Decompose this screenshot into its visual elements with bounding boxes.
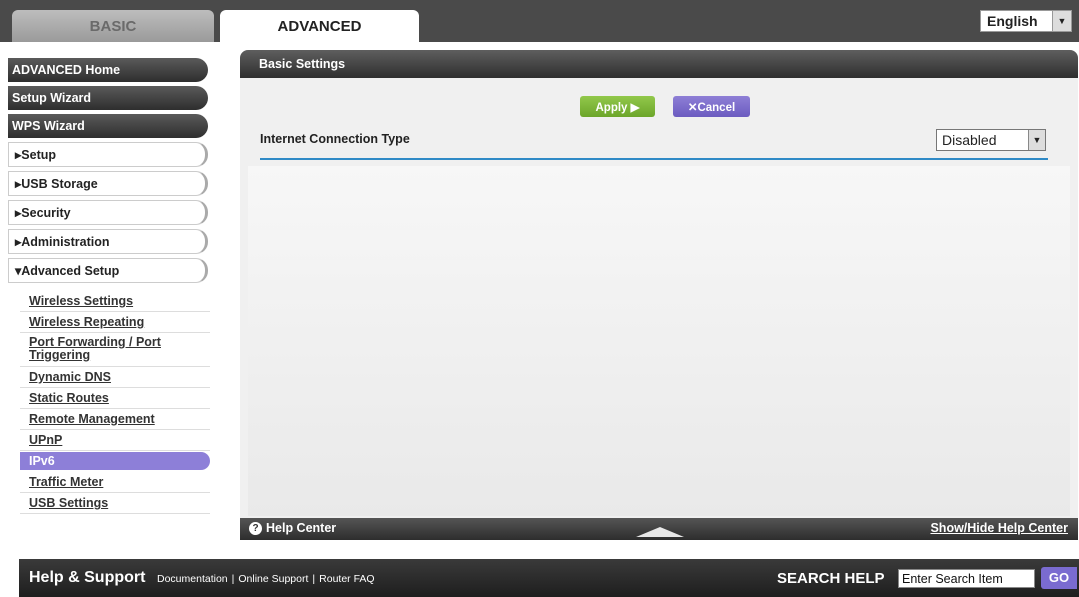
search-help-label: SEARCH HELP xyxy=(777,570,885,587)
subnav-wireless-settings[interactable]: Wireless Settings xyxy=(20,291,210,312)
help-center-bar: ? Help Center Show/Hide Help Center xyxy=(240,518,1078,540)
subnav-ipv6[interactable]: IPv6 xyxy=(20,452,210,470)
expand-arrow-icon[interactable] xyxy=(636,527,684,537)
sidebar-item-usb-storage[interactable]: ▸USB Storage xyxy=(8,171,208,196)
sidebar-item-wps-wizard[interactable]: WPS Wizard xyxy=(8,114,208,138)
subnav-traffic-meter[interactable]: Traffic Meter xyxy=(20,472,210,493)
sidebar-item-setup[interactable]: ▸Setup xyxy=(8,142,208,167)
sidebar-item-setup-wizard[interactable]: Setup Wizard xyxy=(8,86,208,110)
language-select[interactable]: English ▼ xyxy=(980,10,1072,32)
tab-advanced[interactable]: ADVANCED xyxy=(220,10,419,42)
link-separator: | xyxy=(312,573,316,585)
tab-basic[interactable]: BASIC xyxy=(12,10,214,42)
subnav-static-routes[interactable]: Static Routes xyxy=(20,388,210,409)
content-area xyxy=(248,166,1070,516)
connection-type-value: Disabled xyxy=(942,132,997,148)
sidebar-item-administration[interactable]: ▸Administration xyxy=(8,229,208,254)
footer-links: Documentation | Online Support | Router FAQ xyxy=(157,573,375,585)
documentation-link[interactable]: Documentation xyxy=(157,573,228,585)
sidebar-item-advanced-setup[interactable]: ▾Advanced Setup xyxy=(8,258,208,283)
language-select-value: English xyxy=(987,13,1038,29)
section-divider xyxy=(260,158,1048,160)
help-support-title: Help & Support xyxy=(29,569,146,586)
top-tab-bar: BASIC ADVANCED English ▼ xyxy=(0,0,1079,42)
sidebar-item-security[interactable]: ▸Security xyxy=(8,200,208,225)
main-panel: Basic Settings Apply ▶ ✕Cancel Internet … xyxy=(240,50,1078,540)
help-icon: ? xyxy=(249,522,262,535)
subnav-usb-settings[interactable]: USB Settings xyxy=(20,493,210,514)
online-support-link[interactable]: Online Support xyxy=(238,573,308,585)
subnav-dynamic-dns[interactable]: Dynamic DNS xyxy=(20,367,210,388)
advanced-setup-submenu: Wireless Settings Wireless Repeating Por… xyxy=(20,291,210,514)
apply-button[interactable]: Apply ▶ xyxy=(580,96,655,117)
router-faq-link[interactable]: Router FAQ xyxy=(319,573,374,585)
sidebar-nav: ADVANCED Home Setup Wizard WPS Wizard ▸S… xyxy=(8,58,208,287)
show-hide-help-link[interactable]: Show/Hide Help Center xyxy=(930,521,1068,535)
subnav-remote-management[interactable]: Remote Management xyxy=(20,409,210,430)
link-separator: | xyxy=(231,573,235,585)
subnav-port-forwarding[interactable]: Port Forwarding / Port Triggering xyxy=(20,333,210,367)
chevron-down-icon: ▼ xyxy=(1052,11,1071,31)
subnav-wireless-repeating[interactable]: Wireless Repeating xyxy=(20,312,210,333)
chevron-down-icon: ▼ xyxy=(1028,130,1045,150)
internet-connection-type-select[interactable]: Disabled ▼ xyxy=(936,129,1046,151)
panel-title: Basic Settings xyxy=(240,50,1078,78)
help-support-footer: Help & Support Documentation | Online Supp… xyxy=(19,559,1079,597)
help-center-label: Help Center xyxy=(266,521,337,535)
go-button[interactable]: GO xyxy=(1041,567,1077,589)
internet-connection-type-label: Internet Connection Type xyxy=(260,132,410,146)
cancel-button[interactable]: ✕Cancel xyxy=(673,96,750,117)
search-input[interactable]: Enter Search Item xyxy=(898,569,1035,588)
sidebar-item-advanced-home[interactable]: ADVANCED Home xyxy=(8,58,208,82)
subnav-upnp[interactable]: UPnP xyxy=(20,430,210,451)
